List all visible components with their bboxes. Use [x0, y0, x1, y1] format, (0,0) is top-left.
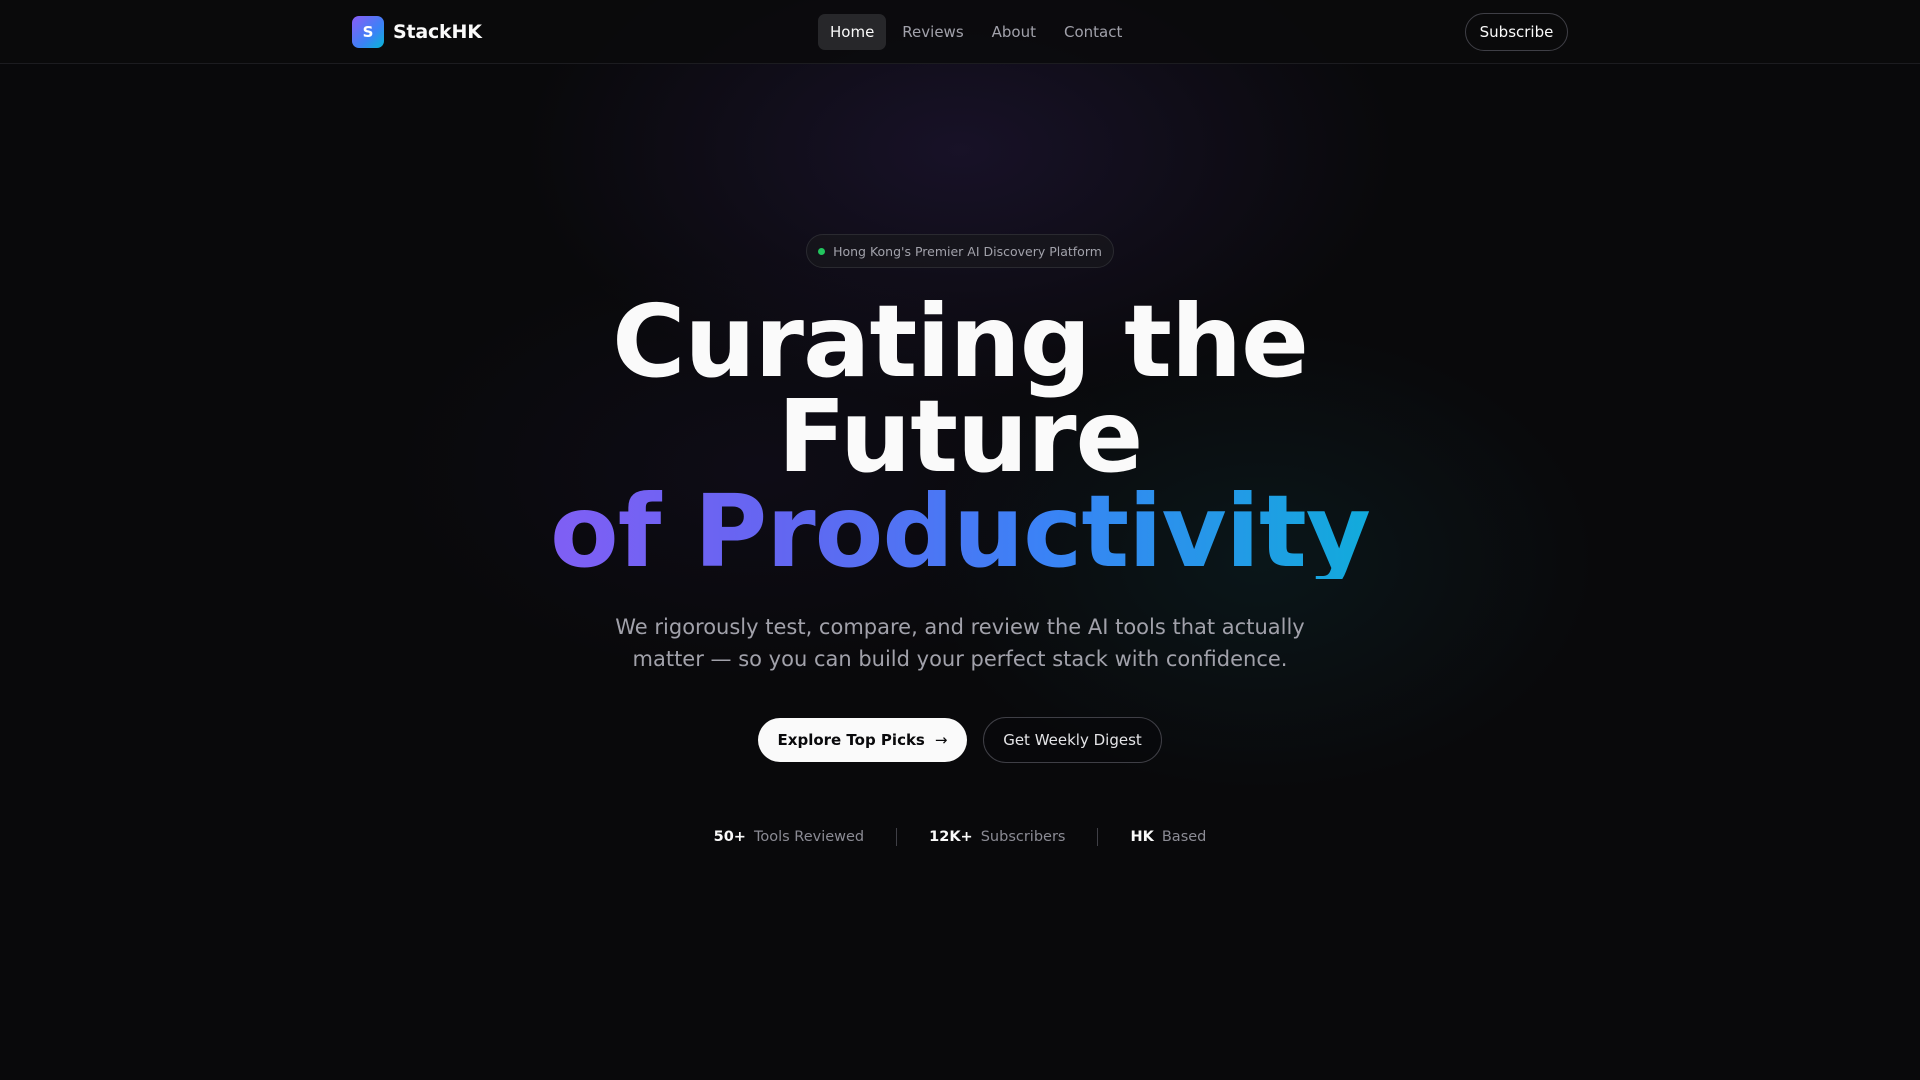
subscribe-button[interactable]: Subscribe	[1465, 13, 1568, 51]
platform-badge: Hong Kong's Premier AI Discovery Platfor…	[806, 234, 1114, 268]
landing-page: S StackHK Home Reviews About Contact Sub…	[0, 0, 1920, 1080]
brand-name: StackHK	[393, 21, 482, 43]
stat-location: HK Based	[1130, 829, 1206, 845]
explore-top-picks-label: Explore Top Picks	[777, 731, 925, 749]
brand-link[interactable]: S StackHK	[352, 16, 482, 48]
hero-headline: Curating the Future of Productivity	[460, 283, 1460, 582]
stat-value: 12K+	[929, 829, 973, 845]
stat-divider	[896, 828, 898, 846]
get-weekly-digest-button[interactable]: Get Weekly Digest	[983, 717, 1162, 763]
headline-line-1: Curating the	[612, 283, 1309, 400]
top-navbar: S StackHK Home Reviews About Contact Sub…	[0, 0, 1920, 64]
stat-label: Subscribers	[980, 829, 1066, 845]
nav-link-reviews[interactable]: Reviews	[890, 14, 975, 50]
nav-link-contact[interactable]: Contact	[1052, 14, 1134, 50]
explore-top-picks-button[interactable]: Explore Top Picks →	[758, 718, 967, 762]
hero-subtitle: We rigorously test, compare, and review …	[615, 615, 1305, 671]
nav-link-home[interactable]: Home	[818, 14, 887, 50]
stat-subscribers: 12K+ Subscribers	[929, 829, 1065, 845]
stats-bar: 50+ Tools Reviewed 12K+ Subscribers HK B…	[0, 826, 1920, 848]
platform-badge-text: Hong Kong's Premier AI Discovery Platfor…	[833, 243, 1102, 259]
stat-label: Based	[1161, 829, 1207, 845]
stat-tools-reviewed: 50+ Tools Reviewed	[714, 829, 865, 845]
brand-logo-icon: S	[352, 16, 384, 48]
stat-value: 50+	[713, 829, 746, 845]
arrow-right-icon: →	[934, 731, 948, 749]
headline-line-2: Future	[777, 378, 1144, 495]
headline-line-3-gradient: of Productivity	[460, 482, 1460, 582]
stat-value: HK	[1130, 829, 1154, 845]
status-dot-icon	[818, 247, 826, 255]
stat-label: Tools Reviewed	[753, 829, 865, 845]
stat-divider	[1097, 828, 1099, 846]
main-nav: Home Reviews About Contact	[818, 14, 1134, 50]
nav-link-about[interactable]: About	[980, 14, 1048, 50]
